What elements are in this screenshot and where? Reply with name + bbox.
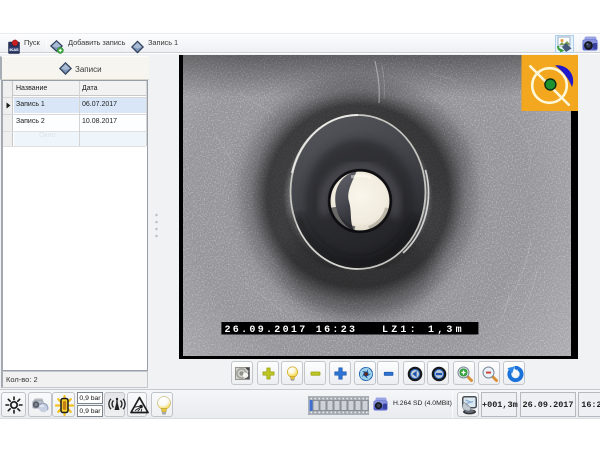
svg-text:26.09.2017 16:23: 26.09.2017 16:23 — [225, 325, 358, 336]
svg-text:LZ1: 1,3m: LZ1: 1,3m — [382, 325, 465, 336]
svg-text:IKAS: IKAS — [9, 47, 19, 52]
